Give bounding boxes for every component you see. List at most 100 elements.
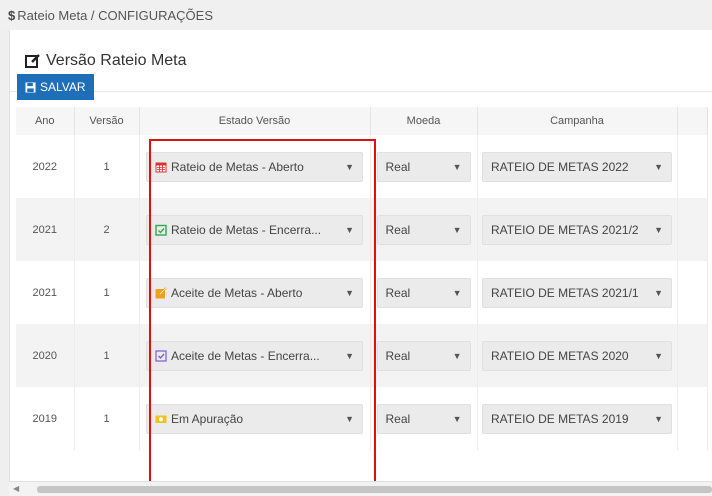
breadcrumb-text[interactable]: Rateio Meta / CONFIGURAÇÕES <box>17 8 213 23</box>
estado-value: Rateio de Metas - Encerra... <box>171 222 322 237</box>
caret-down-icon: ▼ <box>345 287 354 298</box>
caret-down-icon: ▼ <box>654 224 663 235</box>
caret-down-icon: ▼ <box>345 350 354 361</box>
moeda-value: Real <box>385 222 411 237</box>
cell-campanha: RATEIO DE METAS 2021/1 ▼ <box>477 261 678 324</box>
page-title: Versão Rateio Meta <box>46 51 187 69</box>
table-row: 2022 1 Rateio de Metas - Aberto ▼ Real ▼ <box>16 135 708 198</box>
cell-extra <box>677 135 708 198</box>
estado-value: Aceite de Metas - Aberto <box>171 285 303 300</box>
edit-icon <box>25 53 40 68</box>
scroll-thumb[interactable] <box>37 486 712 493</box>
table-header-row: Ano Versão Estado Versão Moeda Campanha <box>16 107 708 135</box>
cell-extra <box>677 324 708 387</box>
estado-select[interactable]: Aceite de Metas - Encerra... ▼ <box>146 340 363 371</box>
campanha-select[interactable]: RATEIO DE METAS 2021/1 ▼ <box>482 277 672 308</box>
edit-orange-icon <box>155 286 167 298</box>
caret-down-icon: ▼ <box>654 350 663 361</box>
cell-extra <box>677 198 708 261</box>
header-versao[interactable]: Versão <box>74 107 140 135</box>
estado-value: Rateio de Metas - Aberto <box>171 159 304 174</box>
caret-down-icon: ▼ <box>452 224 462 235</box>
money-yellow-icon <box>155 415 167 423</box>
cell-estado: Rateio de Metas - Encerra... ▼ <box>139 198 371 261</box>
cell-campanha: RATEIO DE METAS 2021/2 ▼ <box>477 198 678 261</box>
moeda-value: Real <box>385 411 411 426</box>
moeda-select[interactable]: Real ▼ <box>376 214 471 245</box>
cell-estado: Rateio de Metas - Aberto ▼ <box>139 135 371 198</box>
cell-campanha: RATEIO DE METAS 2020 ▼ <box>477 324 678 387</box>
cell-ano: 2021 <box>16 198 75 261</box>
cell-versao: 1 <box>74 135 140 198</box>
cell-campanha: RATEIO DE METAS 2019 ▼ <box>477 387 678 450</box>
header-estado-versao[interactable]: Estado Versão <box>139 107 371 135</box>
header-campanha[interactable]: Campanha <box>477 107 678 135</box>
cell-ano: 2022 <box>16 135 75 198</box>
campanha-select[interactable]: RATEIO DE METAS 2020 ▼ <box>482 340 672 371</box>
campanha-value: RATEIO DE METAS 2019 <box>491 411 629 426</box>
caret-down-icon: ▼ <box>452 287 462 298</box>
estado-value: Em Apuração <box>171 411 244 426</box>
calendar-check-green-icon <box>155 224 167 236</box>
caret-down-icon: ▼ <box>654 413 663 424</box>
header-moeda[interactable]: Moeda <box>370 107 478 135</box>
estado-value: Aceite de Metas - Encerra... <box>171 348 320 363</box>
cell-ano: 2021 <box>16 261 75 324</box>
table-row: 2021 2 Rateio de Metas - Encerra... ▼ Re… <box>16 198 708 261</box>
table-row: 2019 1 Em Apuração ▼ Real ▼ RATEIO DE ME… <box>16 387 708 450</box>
header-extra <box>677 107 708 135</box>
campanha-select[interactable]: RATEIO DE METAS 2021/2 ▼ <box>482 214 672 245</box>
moeda-select[interactable]: Real ▼ <box>376 277 471 308</box>
cell-versao: 1 <box>74 261 140 324</box>
scroll-left-icon[interactable]: ◀ <box>13 484 19 493</box>
cell-extra <box>677 387 708 450</box>
cell-moeda: Real ▼ <box>370 135 478 198</box>
campanha-value: RATEIO DE METAS 2021/1 <box>491 285 639 300</box>
caret-down-icon: ▼ <box>345 161 354 172</box>
checkbox-purple-icon <box>155 349 167 362</box>
caret-down-icon: ▼ <box>654 287 663 298</box>
campanha-select[interactable]: RATEIO DE METAS 2022 ▼ <box>482 151 672 182</box>
cell-moeda: Real ▼ <box>370 387 478 450</box>
moeda-value: Real <box>385 159 411 174</box>
cell-estado: Em Apuração ▼ <box>139 387 371 450</box>
estado-select[interactable]: Aceite de Metas - Aberto ▼ <box>146 277 363 308</box>
caret-down-icon: ▼ <box>345 413 354 424</box>
cell-estado: Aceite de Metas - Encerra... ▼ <box>139 324 371 387</box>
campanha-value: RATEIO DE METAS 2021/2 <box>491 222 639 237</box>
save-button-label: SALVAR <box>40 80 86 94</box>
cell-ano: 2020 <box>16 324 75 387</box>
panel-header: Versão Rateio Meta <box>10 30 712 92</box>
moeda-select[interactable]: Real ▼ <box>376 403 471 434</box>
horizontal-scrollbar[interactable]: ◀ <box>9 481 712 496</box>
cell-versao: 1 <box>74 387 140 450</box>
cell-versao: 2 <box>74 198 140 261</box>
cell-moeda: Real ▼ <box>370 324 478 387</box>
campanha-value: RATEIO DE METAS 2020 <box>491 348 629 363</box>
save-button[interactable]: SALVAR <box>17 74 94 100</box>
caret-down-icon: ▼ <box>452 161 462 172</box>
estado-select[interactable]: Rateio de Metas - Aberto ▼ <box>146 151 363 182</box>
caret-down-icon: ▼ <box>345 224 354 235</box>
cell-versao: 1 <box>74 324 140 387</box>
moeda-select[interactable]: Real ▼ <box>376 151 471 182</box>
moeda-select[interactable]: Real ▼ <box>376 340 471 371</box>
dollar-icon: $ <box>8 7 16 23</box>
cell-moeda: Real ▼ <box>370 198 478 261</box>
cell-campanha: RATEIO DE METAS 2022 ▼ <box>477 135 678 198</box>
floppy-disk-icon <box>25 81 36 93</box>
moeda-value: Real <box>385 348 411 363</box>
campanha-value: RATEIO DE METAS 2022 <box>491 159 629 174</box>
caret-down-icon: ▼ <box>654 161 663 172</box>
table-row: 2020 1 Aceite de Metas - Encerra... ▼ Re… <box>16 324 708 387</box>
caret-down-icon: ▼ <box>452 413 462 424</box>
campanha-select[interactable]: RATEIO DE METAS 2019 ▼ <box>482 403 672 434</box>
caret-down-icon: ▼ <box>452 350 462 361</box>
cell-ano: 2019 <box>16 387 75 450</box>
moeda-value: Real <box>385 285 411 300</box>
estado-select[interactable]: Em Apuração ▼ <box>146 403 363 434</box>
estado-select[interactable]: Rateio de Metas - Encerra... ▼ <box>146 214 363 245</box>
header-ano[interactable]: Ano <box>16 107 75 135</box>
cell-extra <box>677 261 708 324</box>
versions-table: Ano Versão Estado Versão Moeda Campanha … <box>16 107 708 450</box>
